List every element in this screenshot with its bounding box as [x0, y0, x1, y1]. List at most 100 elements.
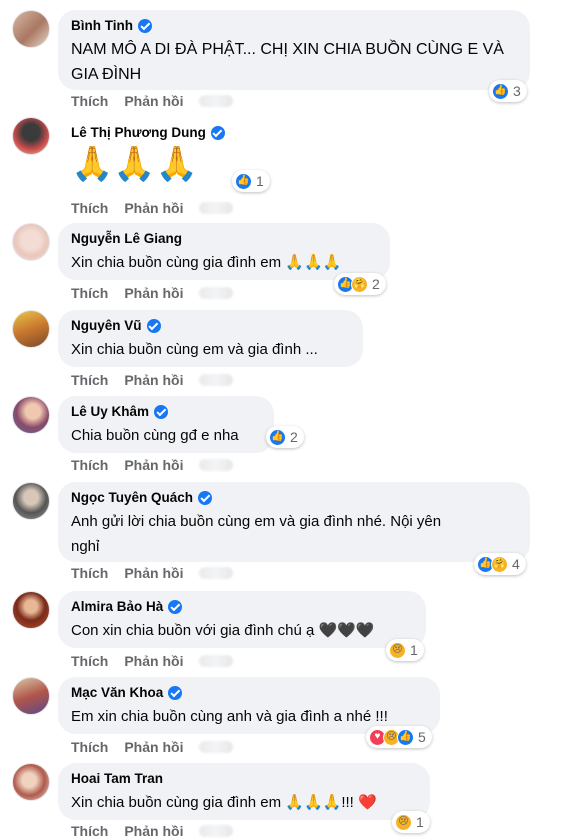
commenter-name-text[interactable]: Bình Tinh [71, 17, 133, 35]
commenter-name[interactable]: Mạc Văn Khoa [71, 684, 427, 702]
comment-actions: Thích Phản hồi [71, 200, 234, 216]
comment-actions: Thích Phản hồi [71, 457, 234, 473]
reply-link[interactable]: Phản hồi [124, 93, 183, 109]
comment-text-line: Xin chia buồn cùng em và gia đình ... [71, 341, 318, 358]
comment-text-line: nghỉ [71, 538, 100, 555]
comment-bubble: Lê Thị Phương Dung 🙏🙏🙏 [58, 117, 238, 193]
blurred-timestamp [199, 655, 234, 667]
reaction-summary[interactable]: 👍 1 [232, 170, 270, 192]
comment-actions: Thích Phản hồi [71, 739, 234, 755]
verified-badge-icon [138, 19, 152, 33]
avatar[interactable] [12, 396, 50, 434]
reply-link[interactable]: Phản hồi [124, 457, 183, 473]
comment-bubble: Ngọc Tuyên Quách Anh gửi lời chia buồn c… [58, 482, 530, 562]
like-reaction-icon: 👍 [235, 172, 252, 190]
commenter-name-text[interactable]: Lê Thị Phương Dung [71, 124, 206, 142]
commenter-name-text[interactable]: Ngọc Tuyên Quách [71, 489, 193, 507]
commenter-name[interactable]: Almira Bảo Hà [71, 598, 413, 616]
like-link[interactable]: Thích [71, 823, 108, 839]
avatar[interactable] [12, 117, 50, 155]
sad-reaction-icon: 😢 [395, 813, 412, 831]
blurred-timestamp [199, 825, 234, 837]
verified-badge-icon [168, 600, 183, 614]
reaction-summary[interactable]: 😢 1 [386, 639, 424, 661]
like-link[interactable]: Thích [71, 285, 108, 301]
commenter-name[interactable]: Lê Uy Khâm [71, 403, 261, 421]
blurred-timestamp [199, 459, 234, 471]
reaction-summary[interactable]: 👍 2 [266, 426, 304, 448]
reaction-count: 1 [416, 814, 424, 830]
verified-badge-icon [168, 686, 183, 700]
blurred-timestamp [199, 741, 234, 753]
avatar[interactable] [12, 763, 50, 801]
commenter-name[interactable]: Ngọc Tuyên Quách [71, 489, 517, 507]
verified-badge-icon [210, 126, 225, 140]
like-link[interactable]: Thích [71, 93, 108, 109]
comment-text-line: Con xin chia buồn với gia đình chú ạ 🖤🖤🖤 [71, 622, 375, 639]
comment-actions: Thích Phản hồi [71, 823, 234, 839]
commenter-name[interactable]: Nguyên Vũ [71, 317, 350, 335]
reaction-summary[interactable]: 👍 🤗 2 [334, 273, 386, 295]
reply-link[interactable]: Phản hồi [124, 565, 183, 581]
commenter-name-text[interactable]: Hoai Tam Tran [71, 770, 163, 788]
commenter-name[interactable]: Lê Thị Phương Dung [71, 124, 225, 142]
comment-text-line: Xin chia buồn cùng gia đình em 🙏🙏🙏!!! ❤️ [71, 794, 377, 811]
comment-actions: Thích Phản hồi [71, 93, 234, 109]
reply-link[interactable]: Phản hồi [124, 653, 183, 669]
reply-link[interactable]: Phản hồi [124, 285, 183, 301]
avatar[interactable] [12, 591, 50, 629]
comment-text-line: Anh gửi lời chia buồn cùng em và gia đìn… [71, 513, 442, 530]
commenter-name[interactable]: Bình Tinh [71, 17, 517, 35]
reaction-count: 1 [256, 173, 264, 189]
reaction-summary[interactable]: 👍 3 [489, 80, 527, 102]
sad-reaction-icon: 😢 [389, 641, 406, 659]
commenter-name[interactable]: Hoai Tam Tran [71, 770, 417, 788]
care-reaction-icon: 🤗 [351, 275, 368, 293]
verified-badge-icon [154, 405, 169, 419]
commenter-name-text[interactable]: Almira Bảo Hà [71, 598, 163, 616]
reply-link[interactable]: Phản hồi [124, 823, 183, 839]
verified-badge-icon [146, 319, 161, 333]
reaction-count: 5 [418, 729, 426, 745]
reaction-summary[interactable]: ♥ 😢 👍 5 [366, 726, 432, 748]
like-link[interactable]: Thích [71, 457, 108, 473]
comment-text-line: Em xin chia buồn cùng anh và gia đình a … [71, 708, 388, 725]
avatar[interactable] [12, 677, 50, 715]
reaction-summary[interactable]: 👍 🤗 4 [474, 553, 526, 575]
avatar[interactable] [12, 482, 50, 520]
comment-actions: Thích Phản hồi [71, 653, 234, 669]
avatar[interactable] [12, 310, 50, 348]
commenter-name[interactable]: Nguyễn Lê Giang [71, 230, 377, 248]
comment-text-line: NAM MÔ A DI ĐÀ PHẬT... CHỊ XIN CHIA BUỒN… [71, 41, 504, 58]
reply-link[interactable]: Phản hồi [124, 372, 183, 388]
care-reaction-icon: 🤗 [491, 555, 508, 573]
reaction-count: 2 [372, 276, 380, 292]
avatar[interactable] [12, 223, 50, 261]
comment-actions: Thích Phản hồi [71, 285, 234, 301]
blurred-timestamp [199, 567, 234, 579]
commenter-name-text[interactable]: Nguyễn Lê Giang [71, 230, 182, 248]
reaction-summary[interactable]: 😢 1 [392, 811, 430, 833]
commenter-name-text[interactable]: Lê Uy Khâm [71, 403, 149, 421]
verified-badge-icon [198, 491, 213, 505]
comment-text-line: Xin chia buồn cùng gia đình em 🙏🙏🙏 [71, 254, 342, 271]
like-link[interactable]: Thích [71, 372, 108, 388]
reaction-count: 4 [512, 556, 520, 572]
reply-link[interactable]: Phản hồi [124, 200, 183, 216]
comment-actions: Thích Phản hồi [71, 372, 234, 388]
like-reaction-icon: 👍 [269, 428, 286, 446]
reaction-count: 2 [290, 429, 298, 445]
blurred-timestamp [199, 202, 234, 214]
like-link[interactable]: Thích [71, 200, 108, 216]
like-link[interactable]: Thích [71, 565, 108, 581]
reply-link[interactable]: Phản hồi [124, 739, 183, 755]
commenter-name-text[interactable]: Nguyên Vũ [71, 317, 142, 335]
like-link[interactable]: Thích [71, 653, 108, 669]
like-link[interactable]: Thích [71, 739, 108, 755]
avatar[interactable] [12, 10, 50, 48]
comment-bubble: Nguyễn Lê Giang Xin chia buồn cùng gia đ… [58, 223, 390, 280]
like-reaction-icon: 👍 [492, 82, 509, 100]
commenter-name-text[interactable]: Mạc Văn Khoa [71, 684, 163, 702]
comment-actions: Thích Phản hồi [71, 565, 234, 581]
reaction-count: 1 [410, 642, 418, 658]
